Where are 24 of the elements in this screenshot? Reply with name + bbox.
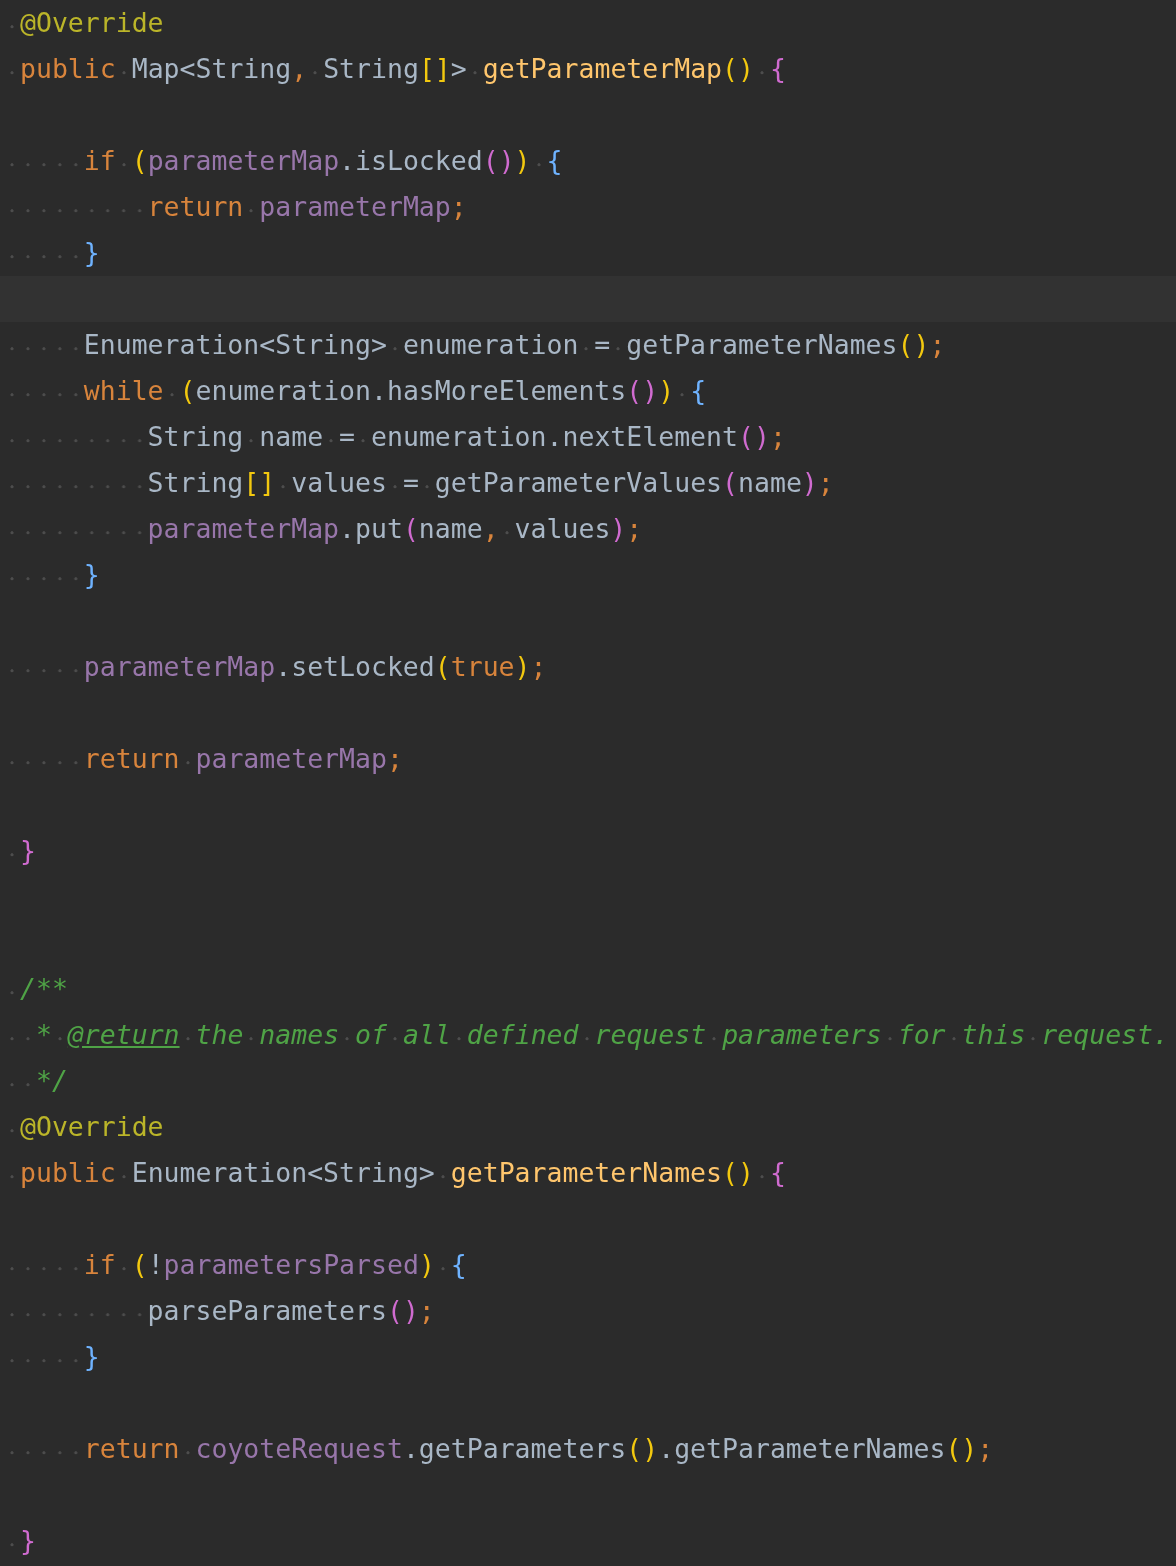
code-line: } — [4, 552, 1176, 598]
code-line: if (!parametersParsed) { — [4, 1242, 1176, 1288]
code-line: @Override — [4, 1104, 1176, 1150]
code-line: * @return the names of all defined request parameters for this request. — [4, 1012, 1176, 1058]
code-line: parameterMap.setLocked(true); — [4, 644, 1176, 690]
code-line: if (parameterMap.isLocked()) { — [4, 138, 1176, 184]
code-line: @Override — [4, 0, 1176, 46]
code-line: } — [4, 1518, 1176, 1564]
code-line: public Map<String, String[]> getParameterMap() { — [4, 46, 1176, 92]
code-line: */ — [4, 1058, 1176, 1104]
code-line: } — [4, 828, 1176, 874]
code-line: return parameterMap; — [4, 184, 1176, 230]
code-line: String name = enumeration.nextElement(); — [4, 414, 1176, 460]
code-line: parseParameters(); — [4, 1288, 1176, 1334]
code-line: parameterMap.put(name, values); — [4, 506, 1176, 552]
code-line: } — [4, 1334, 1176, 1380]
code-line: return parameterMap; — [4, 736, 1176, 782]
code-line: public Enumeration<String> getParameterNames() { — [4, 1150, 1176, 1196]
code-line: String[] values = getParameterValues(name); — [4, 460, 1176, 506]
code-line: Enumeration<String> enumeration = getParameterNames(); — [4, 322, 1176, 368]
code-line: while (enumeration.hasMoreElements()) { — [4, 368, 1176, 414]
code-line: /** — [4, 966, 1176, 1012]
code-line: } — [4, 230, 1176, 276]
code-line: return coyoteRequest.getParameters().getParameterNames(); — [4, 1426, 1176, 1472]
